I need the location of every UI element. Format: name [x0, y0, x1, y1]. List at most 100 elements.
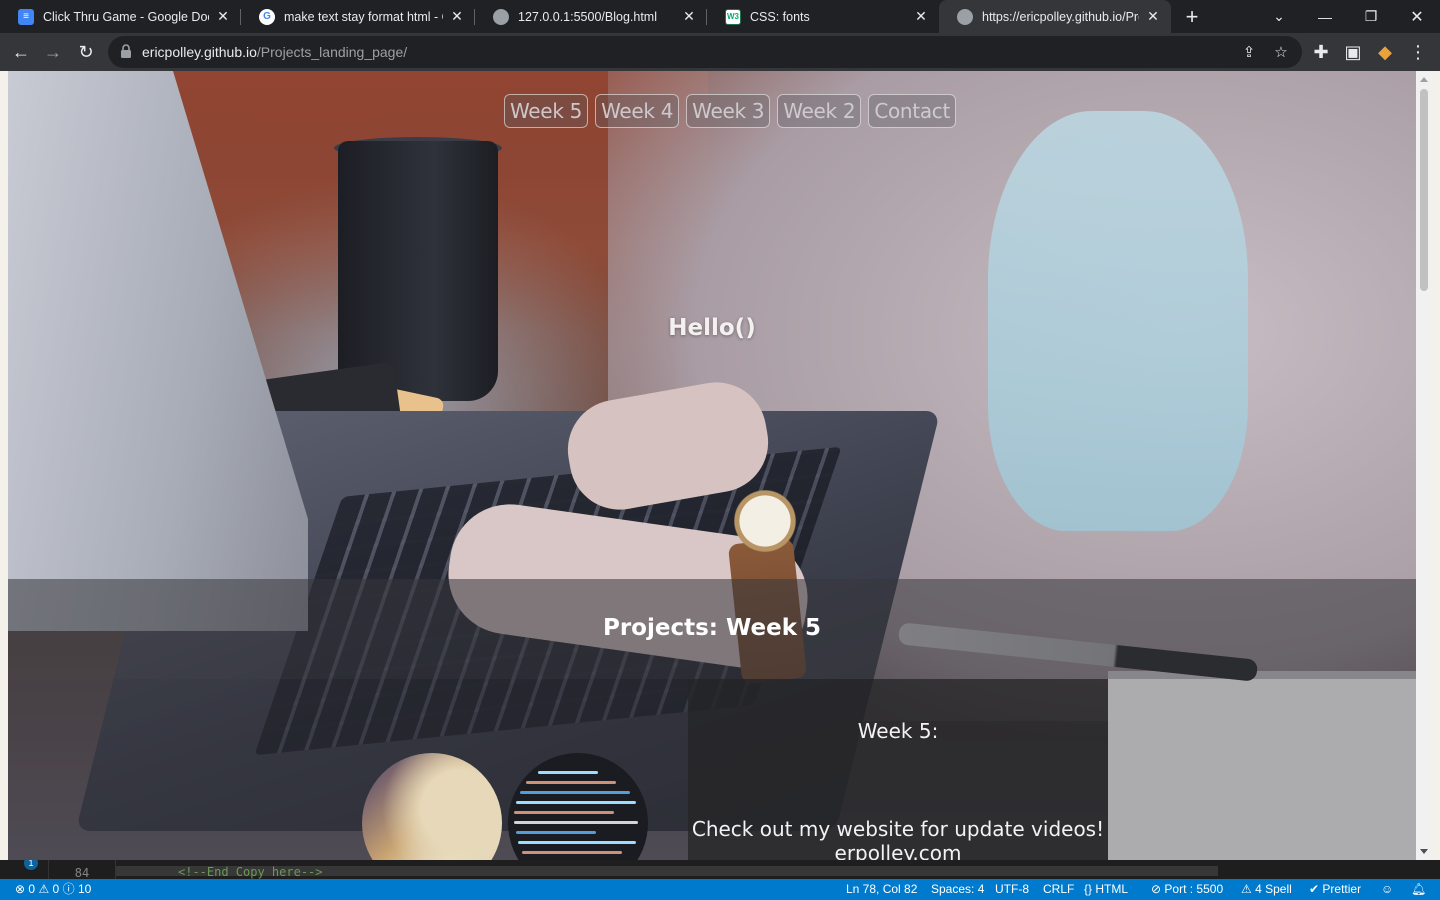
code-line	[518, 841, 636, 844]
close-tab-icon[interactable]: ✕	[681, 8, 697, 25]
url-path: /Projects_landing_page/	[256, 44, 408, 60]
week-title: Week 5:	[857, 719, 939, 743]
restore-icon[interactable]: ❐	[1348, 0, 1394, 33]
end-of-line[interactable]: CRLF	[1043, 879, 1074, 900]
share-icon[interactable]: ⇪	[1234, 37, 1264, 67]
encoding[interactable]: UTF-8	[995, 879, 1029, 900]
nav-week-2[interactable]: Week 2	[777, 94, 862, 128]
back-icon[interactable]: ←	[6, 37, 36, 67]
scrollbar-thumb[interactable]	[1420, 89, 1428, 291]
profile-extension-icon[interactable]: ◆	[1370, 37, 1400, 67]
feedback-icon[interactable]: ☺	[1381, 879, 1393, 900]
tab-google-search[interactable]: G make text stay format html - Go ✕	[241, 0, 475, 33]
prettier-status[interactable]: ✔ Prettier	[1309, 879, 1361, 900]
site-nav: Week 5 Week 4 Week 3 Week 2 Contact	[504, 94, 957, 128]
bookmark-star-icon[interactable]: ☆	[1266, 37, 1296, 67]
side-panel-icon[interactable]: ▣	[1338, 37, 1368, 67]
tab-google-docs[interactable]: ≡ Click Thru Game - Google Docs ✕	[0, 0, 241, 33]
tab-search-icon[interactable]: ⌄	[1256, 0, 1302, 33]
w3schools-icon: W3	[725, 8, 741, 25]
code-line-text: <!--End Copy here-->	[178, 865, 323, 879]
close-tab-icon[interactable]: ✕	[913, 8, 929, 25]
week-info-panel: Week 5: Check out my website for update …	[688, 679, 1108, 860]
cursor-position[interactable]: Ln 78, Col 82	[846, 879, 917, 900]
tab-title: Click Thru Game - Google Docs	[43, 9, 209, 24]
notifications-bell-icon[interactable]: 🔔︎	[1411, 879, 1426, 900]
code-line	[520, 791, 630, 794]
tab-title: https://ericpolley.github.io/Proj	[982, 9, 1139, 24]
check-double-icon: ✔	[1309, 882, 1320, 896]
photo-watch	[725, 476, 805, 566]
right-panel	[1108, 679, 1416, 860]
line-number: 84	[48, 860, 116, 879]
indentation[interactable]: Spaces: 4	[931, 879, 984, 900]
tab-blog-local[interactable]: 127.0.0.1:5500/Blog.html ✕	[475, 0, 707, 33]
tab-title: 127.0.0.1:5500/Blog.html	[518, 9, 657, 24]
browser-tab-strip: ≡ Click Thru Game - Google Docs ✕ G make…	[0, 0, 1440, 33]
extensions-puzzle-icon[interactable]: ✚	[1306, 37, 1336, 67]
error-count: 0	[28, 882, 36, 896]
prettier-label: Prettier	[1322, 882, 1362, 896]
vscode-editor-strip: 1 84 <!--End Copy here-->	[0, 860, 1440, 879]
week-website-link[interactable]: erpolley.com	[688, 841, 1108, 860]
warning-icon: ⚠	[1241, 882, 1252, 896]
week-message: Check out my website for update videos! …	[688, 817, 1108, 860]
projects-heading-band: Projects: Week 5	[8, 579, 1416, 679]
info-count: 10	[77, 882, 92, 896]
problems-indicator[interactable]: ⊗ 0 ⚠ 0 ⓘ 10	[15, 879, 91, 900]
tab-css-fonts[interactable]: W3 CSS: fonts ✕	[707, 0, 939, 33]
accounts-badge[interactable]: 1	[10, 860, 38, 874]
close-tab-icon[interactable]: ✕	[449, 8, 465, 25]
code-line	[514, 821, 638, 824]
web-page-viewport: Week 5 Week 4 Week 3 Week 2 Contact Hell…	[0, 71, 1440, 860]
braces-icon: {}	[1084, 882, 1093, 896]
projects-heading: Projects: Week 5	[602, 615, 822, 641]
scroll-up-arrow-icon[interactable]	[1420, 77, 1428, 82]
photo-cup	[338, 141, 498, 401]
nav-week-3[interactable]: Week 3	[686, 94, 771, 128]
menu-kebab-icon[interactable]: ⋮	[1403, 37, 1433, 67]
forward-icon[interactable]: →	[38, 37, 68, 67]
url-host: ericpolley.github.io	[142, 44, 257, 60]
reload-icon[interactable]: ↻	[71, 37, 101, 67]
broadcast-icon: ⊘	[1151, 882, 1162, 896]
code-line	[516, 801, 636, 804]
minimize-icon[interactable]: —	[1302, 0, 1348, 33]
warning-icon: ⚠	[38, 882, 50, 896]
google-icon: G	[259, 8, 275, 25]
close-tab-icon[interactable]: ✕	[1145, 8, 1161, 25]
nav-week-4[interactable]: Week 4	[595, 94, 680, 128]
google-docs-icon: ≡	[18, 8, 34, 25]
code-line	[538, 771, 598, 774]
lock-icon[interactable]	[120, 44, 132, 58]
tab-active-projects[interactable]: https://ericpolley.github.io/Proj ✕	[939, 0, 1171, 33]
language-mode[interactable]: {} HTML	[1084, 879, 1128, 900]
notification-count: 1	[24, 860, 38, 870]
error-icon: ⊗	[15, 882, 26, 896]
spell-label: 4 Spell	[1255, 882, 1292, 896]
nav-contact[interactable]: Contact	[868, 94, 957, 128]
vscode-status-bar: ⊗ 0 ⚠ 0 ⓘ 10 Ln 78, Col 82 Spaces: 4 UTF…	[0, 879, 1440, 900]
code-line	[526, 781, 616, 784]
globe-icon	[957, 8, 973, 25]
language-label: HTML	[1095, 882, 1129, 896]
code-line	[516, 831, 596, 834]
port-label: Port : 5500	[1164, 882, 1224, 896]
nav-week-5[interactable]: Week 5	[504, 94, 589, 128]
page-scrollbar[interactable]	[1416, 71, 1432, 860]
new-tab-button[interactable]: +	[1178, 3, 1206, 31]
browser-toolbar: ← → ↻ ericpolley.github.io/Projects_land…	[0, 33, 1440, 71]
close-window-icon[interactable]: ✕	[1394, 0, 1440, 33]
code-line	[514, 811, 614, 814]
tab-title: make text stay format html - Go	[284, 9, 443, 24]
globe-icon	[493, 8, 509, 25]
warning-count: 0	[52, 882, 60, 896]
address-bar[interactable]: ericpolley.github.io/Projects_landing_pa…	[108, 36, 1302, 68]
url-text: ericpolley.github.io/Projects_landing_pa…	[142, 44, 407, 60]
info-icon: ⓘ	[62, 882, 75, 896]
live-server-port[interactable]: ⊘ Port : 5500	[1151, 879, 1223, 900]
spell-check[interactable]: ⚠ 4 Spell	[1241, 879, 1292, 900]
code-line	[522, 851, 622, 854]
close-tab-icon[interactable]: ✕	[215, 8, 231, 25]
scroll-down-arrow-icon[interactable]	[1420, 849, 1428, 854]
